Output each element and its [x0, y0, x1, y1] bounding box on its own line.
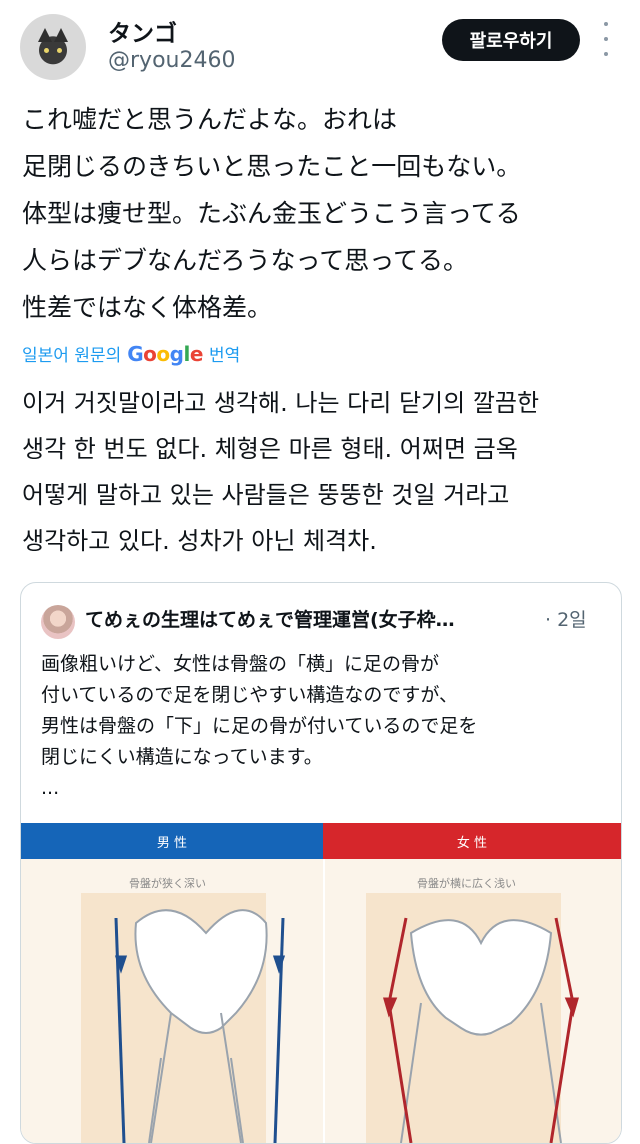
- translated-line: 이거 거짓말이라고 생각해. 나는 다리 닫기의 깔끔한: [22, 389, 540, 417]
- tweet-line: 人らはデブなんだろうなって思ってる。: [22, 246, 469, 275]
- user-avatar[interactable]: [20, 14, 86, 80]
- male-pelvis: [81, 893, 268, 1143]
- user-handle[interactable]: @ryou2460: [108, 48, 235, 73]
- quoted-timestamp: · 2일: [545, 609, 587, 631]
- more-options-icon[interactable]: [598, 22, 614, 56]
- translation-suffix: 번역: [208, 346, 241, 366]
- pelvis-illustration: [81, 893, 579, 1143]
- quoted-tweet-card[interactable]: てめぇの生理はてめぇで管理運営(女子枠… · 2일 画像粗いけど、女性は骨盤の「…: [20, 582, 622, 1144]
- quoted-line: 付いているので足を閉じやすい構造なのですが、: [41, 684, 459, 706]
- tweet-line: 性差ではなく体格差。: [22, 293, 273, 322]
- more-dot: [604, 22, 608, 26]
- cat-eye-right: [57, 48, 62, 53]
- pelvis-diagram-image[interactable]: 男 性 女 性 骨盤が狭く深い 骨盤が横に広く浅い: [21, 823, 621, 1143]
- translation-link[interactable]: 일본어 원문의 Google 번역: [22, 341, 241, 367]
- google-logo: Google: [127, 341, 203, 366]
- quoted-user-avatar: [41, 605, 75, 639]
- quoted-user-name: てめぇの生理はてめぇで管理運営(女子枠…: [85, 609, 455, 631]
- tweet-header: タンゴ @ryou2460 팔로우하기: [0, 0, 640, 90]
- translated-line: 생각 한 번도 없다. 체형은 마른 형태. 어쩌면 금옥: [22, 435, 518, 463]
- translated-body: 이거 거짓말이라고 생각해. 나는 다리 닫기의 깔끔한 생각 한 번도 없다.…: [22, 380, 632, 564]
- female-pelvis: [366, 893, 562, 1143]
- tweet-line: 体型は痩せ型。たぶん金玉どうこう言ってる: [22, 199, 521, 228]
- follow-button[interactable]: 팔로우하기: [442, 19, 580, 61]
- tweet-line: これ嘘だと思うんだよな。おれは: [22, 105, 398, 134]
- quoted-line: ...: [41, 777, 60, 799]
- cat-ear-left: [38, 28, 52, 42]
- display-name[interactable]: タンゴ: [108, 14, 177, 48]
- translated-line: 어떻게 말하고 있는 사람들은 뚱뚱한 것일 거라고: [22, 481, 510, 509]
- quoted-tweet-text: 画像粗いけど、女性は骨盤の「横」に足の骨が 付いているので足を閉じやすい構造なの…: [41, 649, 611, 804]
- quoted-line: 男性は骨盤の「下」に足の骨が付いているので足を: [41, 715, 478, 737]
- more-dot: [604, 37, 608, 41]
- translated-line: 생각하고 있다. 성차가 아닌 체격차.: [22, 527, 377, 555]
- quoted-line: 画像粗いけど、女性は骨盤の「横」に足の骨が: [41, 653, 440, 675]
- more-dot: [604, 52, 608, 56]
- cat-ear-right: [54, 28, 68, 42]
- cat-eye-left: [44, 48, 49, 53]
- tweet-line: 足閉じるのきちいと思ったこと一回もない。: [22, 152, 522, 181]
- quoted-line: 閉じにくい構造になっています。: [41, 746, 323, 768]
- translation-prefix: 일본어 원문의: [22, 346, 122, 366]
- tweet-body: これ嘘だと思うんだよな。おれは 足閉じるのきちいと思ったこと一回もない。 体型は…: [22, 96, 622, 331]
